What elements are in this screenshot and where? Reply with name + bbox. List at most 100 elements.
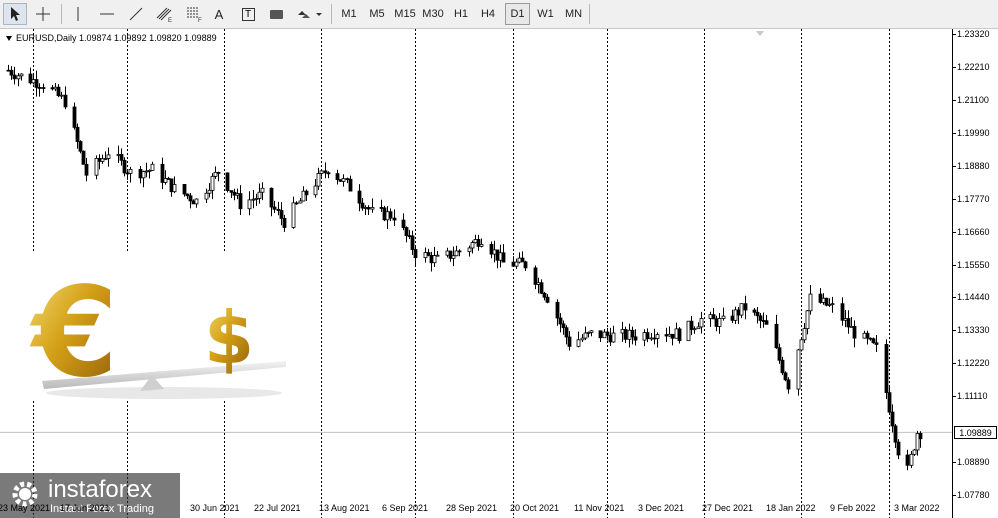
equidistant-channel-tool[interactable]: E <box>153 3 177 25</box>
price-axis[interactable]: 1.23320 1.22210 1.21100 1.19990 1.18880 1.177… <box>952 29 998 518</box>
timeframe-m5[interactable]: M5 <box>364 3 390 25</box>
candle-body <box>247 199 252 210</box>
arrows-tool[interactable] <box>294 3 324 25</box>
candle-body <box>818 293 823 303</box>
candle-body <box>257 191 262 199</box>
date-tick-label: 11 Nov 2021 <box>574 503 625 513</box>
candle-body <box>498 252 503 261</box>
candle-body <box>583 332 588 339</box>
candle-body <box>511 261 516 267</box>
candle-body <box>166 178 171 180</box>
candle-body <box>912 449 917 455</box>
candle-body <box>238 193 243 210</box>
candle-body <box>207 189 212 194</box>
candle-body <box>429 255 434 264</box>
date-tick-label: 20 Oct 2021 <box>510 503 560 513</box>
candle-body <box>852 325 857 339</box>
candle-body <box>37 87 42 89</box>
candle-body <box>514 261 519 267</box>
candle-body <box>147 170 152 172</box>
candle-body <box>520 257 525 263</box>
price-tick-label: 1.14440 <box>957 292 990 303</box>
candle-body <box>413 249 418 259</box>
timeframe-m1[interactable]: M1 <box>336 3 362 25</box>
rectangle-icon <box>269 9 283 19</box>
candle-body <box>272 206 277 210</box>
candle-body <box>298 200 303 204</box>
timeframe-h1[interactable]: H1 <box>448 3 474 25</box>
candle-body <box>736 309 741 316</box>
price-tick <box>953 297 956 299</box>
candle-body <box>692 328 697 331</box>
price-tick <box>953 363 956 365</box>
candle-body <box>652 337 657 340</box>
svg-text:F: F <box>198 18 202 23</box>
candle-body <box>915 433 920 451</box>
candle-body <box>31 79 36 84</box>
candle-body <box>598 330 603 339</box>
candle-body <box>119 154 124 161</box>
candle-body <box>495 249 500 261</box>
fibonacci-tool[interactable]: F <box>182 3 206 25</box>
candle-body <box>19 73 24 77</box>
candle-body <box>345 178 350 181</box>
timeframe-d1[interactable]: D1 <box>505 3 530 25</box>
candle-body <box>269 187 274 208</box>
candle-body <box>821 297 826 303</box>
candle-body <box>545 296 550 303</box>
candle-body <box>677 328 682 342</box>
candle-body <box>808 293 813 312</box>
candle-body <box>843 318 848 321</box>
candle-body <box>301 190 306 202</box>
candle-body <box>235 193 240 196</box>
timeframe-mn[interactable]: MN <box>560 3 587 25</box>
text-label-tool[interactable]: T <box>236 3 260 25</box>
horizontal-line-tool[interactable] <box>95 3 119 25</box>
candle-body <box>467 247 472 253</box>
candle-body <box>555 301 560 319</box>
candle-body <box>432 255 437 264</box>
date-tick-label: 27 Dec 2021 <box>702 503 754 513</box>
candle-body <box>410 235 415 250</box>
candle-body <box>188 195 193 202</box>
timeframe-m30[interactable]: M30 <box>419 3 447 25</box>
candle-body <box>608 334 613 343</box>
candle-body <box>81 150 86 165</box>
candle-body <box>868 337 873 340</box>
trendline-tool[interactable] <box>124 3 148 25</box>
candle-body <box>642 332 647 341</box>
candle-body <box>670 333 675 339</box>
candle-body <box>304 190 309 196</box>
cursor-tool[interactable] <box>3 3 27 25</box>
candle-body <box>41 87 46 89</box>
timeframe-m15[interactable]: M15 <box>391 3 419 25</box>
candle-body <box>100 158 105 162</box>
candle-body <box>777 347 782 361</box>
text-tool[interactable]: A <box>207 3 231 25</box>
candle-body <box>633 336 638 341</box>
timeframe-h4[interactable]: H4 <box>475 3 501 25</box>
candle-body <box>28 73 33 84</box>
rectangle-tool[interactable] <box>264 3 288 25</box>
timeframe-w1[interactable]: W1 <box>532 3 559 25</box>
date-tick-label: 3 Mar 2022 <box>894 503 940 513</box>
candle-body <box>254 198 259 200</box>
candle-body <box>717 318 722 327</box>
candle-body <box>94 158 99 176</box>
date-tick-label: 30 Jun 2021 <box>190 503 240 513</box>
candle-body <box>827 304 832 306</box>
symbol-info-text: EURUSD,Daily 1.09874 1.09892 1.09820 1.0… <box>16 33 217 43</box>
candle-body <box>106 154 111 159</box>
price-tick <box>953 66 956 68</box>
vertical-line-tool[interactable] <box>66 3 90 25</box>
candle-body <box>758 315 763 321</box>
price-tick <box>953 165 956 167</box>
vertical-line-icon <box>77 7 79 21</box>
candle-body <box>385 211 390 221</box>
chart-shift-marker[interactable] <box>756 31 764 36</box>
collapse-triangle-icon[interactable] <box>6 36 12 42</box>
channel-icon: E <box>156 7 172 23</box>
candle-body <box>316 173 321 187</box>
candle-body <box>630 329 635 338</box>
crosshair-tool[interactable] <box>31 3 55 25</box>
